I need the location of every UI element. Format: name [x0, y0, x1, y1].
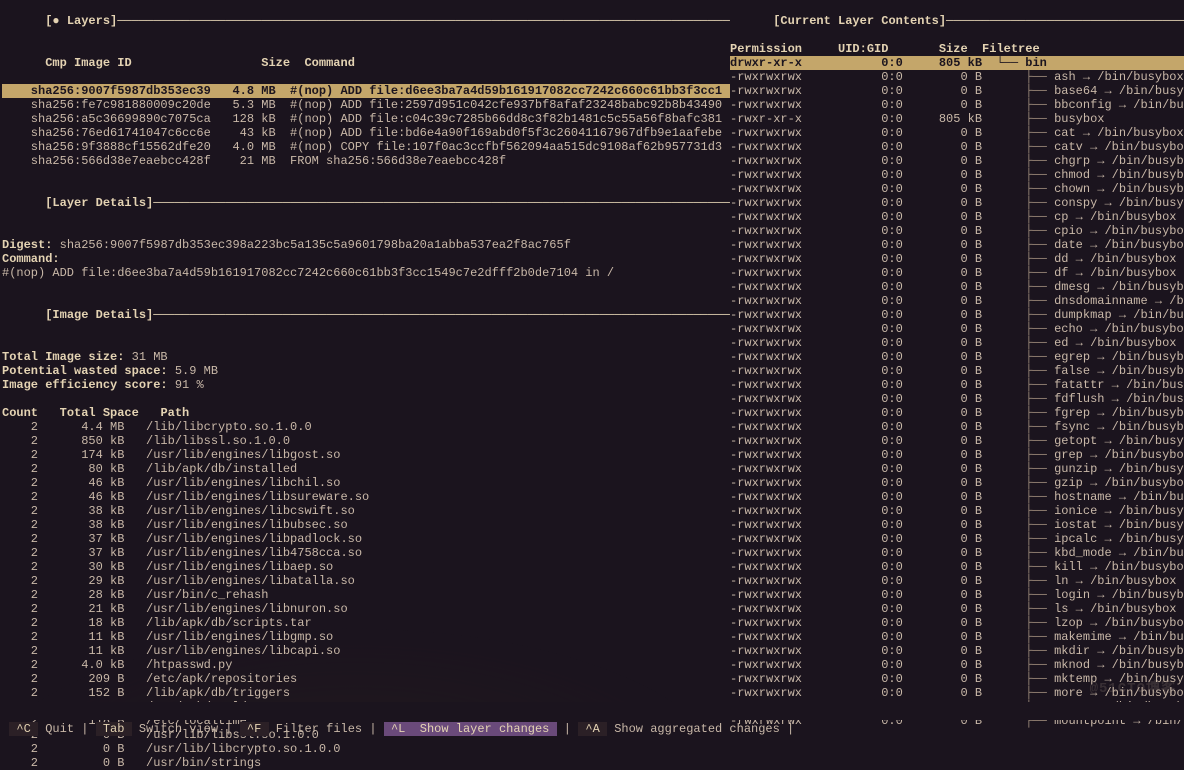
filetree-item[interactable]: -rwxrwxrwx 0:0 0 B ├── ls → /bin/busybox — [730, 602, 1184, 616]
filetree-item[interactable]: -rwxrwxrwx 0:0 0 B ├── kbd_mode → /bin/b… — [730, 546, 1184, 560]
col-size: Size — [261, 56, 290, 70]
total-image-size: Total Image size: 31 MB — [2, 350, 730, 364]
command-value: #(nop) ADD file:d6ee3ba7a4d59b161917082c… — [2, 266, 730, 280]
filetree-item[interactable]: -rwxrwxrwx 0:0 0 B ├── dmesg → /bin/busy… — [730, 280, 1184, 294]
filetree-item[interactable]: -rwxrwxrwx 0:0 0 B ├── makemime → /bin/b… — [730, 630, 1184, 644]
digest-line: Digest: sha256:9007f5987db353ec398a223bc… — [2, 238, 730, 252]
filetree-item[interactable]: -rwxrwxrwx 0:0 0 B ├── fgrep → /bin/busy… — [730, 406, 1184, 420]
filetree-item[interactable]: -rwxrwxrwx 0:0 0 B ├── kill → /bin/busyb… — [730, 560, 1184, 574]
ineff-row: 2 46 kB /usr/lib/engines/libchil.so — [2, 476, 730, 490]
ineff-row: 2 11 kB /usr/lib/engines/libcapi.so — [2, 644, 730, 658]
filetree-item[interactable]: -rwxrwxrwx 0:0 0 B ├── gunzip → /bin/bus… — [730, 462, 1184, 476]
filetree-item[interactable]: -rwxrwxrwx 0:0 0 B ├── conspy → /bin/bus… — [730, 196, 1184, 210]
filetree-item[interactable]: -rwxrwxrwx 0:0 0 B ├── cpio → /bin/busyb… — [730, 224, 1184, 238]
layer-row[interactable]: sha256:fe7c981880009c20de 5.3 MB #(nop) … — [2, 98, 730, 112]
layers-columns: Cmp Image ID Size Command — [2, 42, 730, 84]
filetree-item[interactable]: -rwxrwxrwx 0:0 0 B ├── lzop → /bin/busyb… — [730, 616, 1184, 630]
filetree-item[interactable]: -rwxrwxrwx 0:0 0 B ├── fatattr → /bin/bu… — [730, 378, 1184, 392]
ineff-row: 2 80 kB /lib/apk/db/installed — [2, 462, 730, 476]
ineff-columns: Count Total Space Path — [2, 406, 730, 420]
filetree-item[interactable]: -rwxrwxrwx 0:0 0 B ├── grep → /bin/busyb… — [730, 448, 1184, 462]
tab-key[interactable]: Tab — [96, 722, 132, 736]
filetree-item[interactable]: -rwxrwxrwx 0:0 0 B ├── getopt → /bin/bus… — [730, 434, 1184, 448]
layer-row[interactable]: sha256:a5c36699890c7075ca 128 kB #(nop) … — [2, 112, 730, 126]
filetree-item[interactable]: -rwxrwxrwx 0:0 0 B ├── ln → /bin/busybox — [730, 574, 1184, 588]
efficiency-score: Image efficiency score: 91 % — [2, 378, 730, 392]
col-cmd: Command — [304, 56, 354, 70]
wasted-space: Potential wasted space: 5.9 MB — [2, 364, 730, 378]
layer-row[interactable]: sha256:9007f5987db353ec39 4.8 MB #(nop) … — [2, 84, 730, 98]
filetree-item[interactable]: -rwxrwxrwx 0:0 0 B ├── catv → /bin/busyb… — [730, 140, 1184, 154]
footer-bar: ^C Quit | Tab Switch view | ^F Filter fi… — [0, 702, 1184, 720]
agg-key[interactable]: ^A — [578, 722, 607, 736]
ineff-row: 2 29 kB /usr/lib/engines/libatalla.so — [2, 574, 730, 588]
ineff-row: 2 850 kB /lib/libssl.so.1.0.0 — [2, 434, 730, 448]
ineff-row: 2 38 kB /usr/lib/engines/libubsec.so — [2, 518, 730, 532]
filetree-item[interactable]: -rwxrwxrwx 0:0 0 B ├── gzip → /bin/busyb… — [730, 476, 1184, 490]
layer-row[interactable]: sha256:566d38e7eaebcc428f 21 MB FROM sha… — [2, 154, 730, 168]
filetree-item[interactable]: -rwxrwxrwx 0:0 0 B ├── chmod → /bin/busy… — [730, 168, 1184, 182]
filetree-item[interactable]: -rwxrwxrwx 0:0 0 B ├── fdflush → /bin/bu… — [730, 392, 1184, 406]
filetree-item[interactable]: -rwxrwxrwx 0:0 0 B ├── ed → /bin/busybox — [730, 336, 1184, 350]
filetree-item[interactable]: -rwxrwxrwx 0:0 0 B ├── chgrp → /bin/busy… — [730, 154, 1184, 168]
filetree-dir[interactable]: drwxr-xr-x 0:0 805 kB └── bin — [730, 56, 1184, 70]
filetree-item[interactable]: -rwxrwxrwx 0:0 0 B ├── ionice → /bin/bus… — [730, 504, 1184, 518]
ineff-row: 2 4.4 MB /lib/libcrypto.so.1.0.0 — [2, 420, 730, 434]
quit-key[interactable]: ^C — [9, 722, 38, 736]
filetree-item[interactable]: -rwxrwxrwx 0:0 0 B ├── login → /bin/busy… — [730, 588, 1184, 602]
ineff-row: 2 21 kB /usr/lib/engines/libnuron.so — [2, 602, 730, 616]
ineff-row: 2 30 kB /usr/lib/engines/libaep.so — [2, 560, 730, 574]
ineff-row: 2 38 kB /usr/lib/engines/libcswift.so — [2, 504, 730, 518]
layers-panel-title: [● Layers]──────────────────────────────… — [2, 0, 730, 42]
filetree-item[interactable]: -rwxrwxrwx 0:0 0 B ├── mknod → /bin/busy… — [730, 658, 1184, 672]
ineff-row: 2 46 kB /usr/lib/engines/libsureware.so — [2, 490, 730, 504]
filetree-item[interactable]: -rwxrwxrwx 0:0 0 B ├── chown → /bin/busy… — [730, 182, 1184, 196]
filetree-item[interactable]: -rwxrwxrwx 0:0 0 B ├── egrep → /bin/busy… — [730, 350, 1184, 364]
filetree-item[interactable]: -rwxrwxrwx 0:0 0 B ├── iostat → /bin/bus… — [730, 518, 1184, 532]
filetree-item[interactable]: -rwxrwxrwx 0:0 0 B ├── dumpkmap → /bin/b… — [730, 308, 1184, 322]
ineff-row: 2 11 kB /usr/lib/engines/libgmp.so — [2, 630, 730, 644]
filetree-item[interactable]: -rwxrwxrwx 0:0 0 B ├── ash → /bin/busybo… — [730, 70, 1184, 84]
filetree-item[interactable]: -rwxrwxrwx 0:0 0 B ├── mkdir → /bin/busy… — [730, 644, 1184, 658]
filetree-item[interactable]: -rwxrwxrwx 0:0 0 B ├── df → /bin/busybox — [730, 266, 1184, 280]
filter-key[interactable]: ^F — [240, 722, 269, 736]
filetree-item[interactable]: -rwxr-xr-x 0:0 805 kB ├── busybox — [730, 112, 1184, 126]
layer-key[interactable]: ^L Show layer changes — [384, 722, 557, 736]
ineff-row: 2 152 B /lib/apk/db/triggers — [2, 686, 730, 700]
ineff-row: 2 18 kB /lib/apk/db/scripts.tar — [2, 616, 730, 630]
filetree-item[interactable]: -rwxrwxrwx 0:0 0 B ├── cp → /bin/busybox — [730, 210, 1184, 224]
filetree-item[interactable]: -rwxrwxrwx 0:0 0 B ├── base64 → /bin/bus… — [730, 84, 1184, 98]
ineff-row: 2 0 B /usr/lib/libcrypto.so.1.0.0 — [2, 742, 730, 756]
filetree-item[interactable]: -rwxrwxrwx 0:0 0 B ├── fsync → /bin/busy… — [730, 420, 1184, 434]
col-id: Image ID — [74, 56, 132, 70]
filetree-item[interactable]: -rwxrwxrwx 0:0 0 B ├── echo → /bin/busyb… — [730, 322, 1184, 336]
filetree-item[interactable]: -rwxrwxrwx 0:0 0 B ├── ipcalc → /bin/bus… — [730, 532, 1184, 546]
ineff-row: 2 4.0 kB /htpasswd.py — [2, 658, 730, 672]
ineff-row: 2 209 B /etc/apk/repositories — [2, 672, 730, 686]
filetree-item[interactable]: -rwxrwxrwx 0:0 0 B ├── dd → /bin/busybox — [730, 252, 1184, 266]
command-label: Command: — [2, 252, 730, 266]
filetree-item[interactable]: -rwxrwxrwx 0:0 0 B ├── dnsdomainname → /… — [730, 294, 1184, 308]
ineff-row: 2 174 kB /usr/lib/engines/libgost.so — [2, 448, 730, 462]
watermark: @51CTO博客 — [1090, 682, 1176, 696]
filetree-item[interactable]: -rwxrwxrwx 0:0 0 B ├── date → /bin/busyb… — [730, 238, 1184, 252]
layer-row[interactable]: sha256:9f3888cf15562dfe20 4.0 MB #(nop) … — [2, 140, 730, 154]
filetree-item[interactable]: -rwxrwxrwx 0:0 0 B ├── hostname → /bin/b… — [730, 490, 1184, 504]
image-details-title: [Image Details]─────────────────────────… — [2, 294, 730, 336]
contents-panel-title: [Current Layer Contents]────────────────… — [730, 0, 1184, 42]
ineff-row: 2 37 kB /usr/lib/engines/lib4758cca.so — [2, 546, 730, 560]
filetree-item[interactable]: -rwxrwxrwx 0:0 0 B ├── bbconfig → /bin/b… — [730, 98, 1184, 112]
ineff-row: 2 37 kB /usr/lib/engines/libpadlock.so — [2, 532, 730, 546]
col-cmp: Cmp — [45, 56, 67, 70]
ineff-row: 2 0 B /usr/bin/strings — [2, 756, 730, 770]
contents-columns: Permission UID:GID Size Filetree — [730, 42, 1184, 56]
ineff-row: 2 28 kB /usr/bin/c_rehash — [2, 588, 730, 602]
layer-details-title: [Layer Details]─────────────────────────… — [2, 182, 730, 224]
filetree-item[interactable]: -rwxrwxrwx 0:0 0 B ├── cat → /bin/busybo… — [730, 126, 1184, 140]
filetree-item[interactable]: -rwxrwxrwx 0:0 0 B ├── false → /bin/busy… — [730, 364, 1184, 378]
layer-row[interactable]: sha256:76ed61741047c6cc6e 43 kB #(nop) A… — [2, 126, 730, 140]
